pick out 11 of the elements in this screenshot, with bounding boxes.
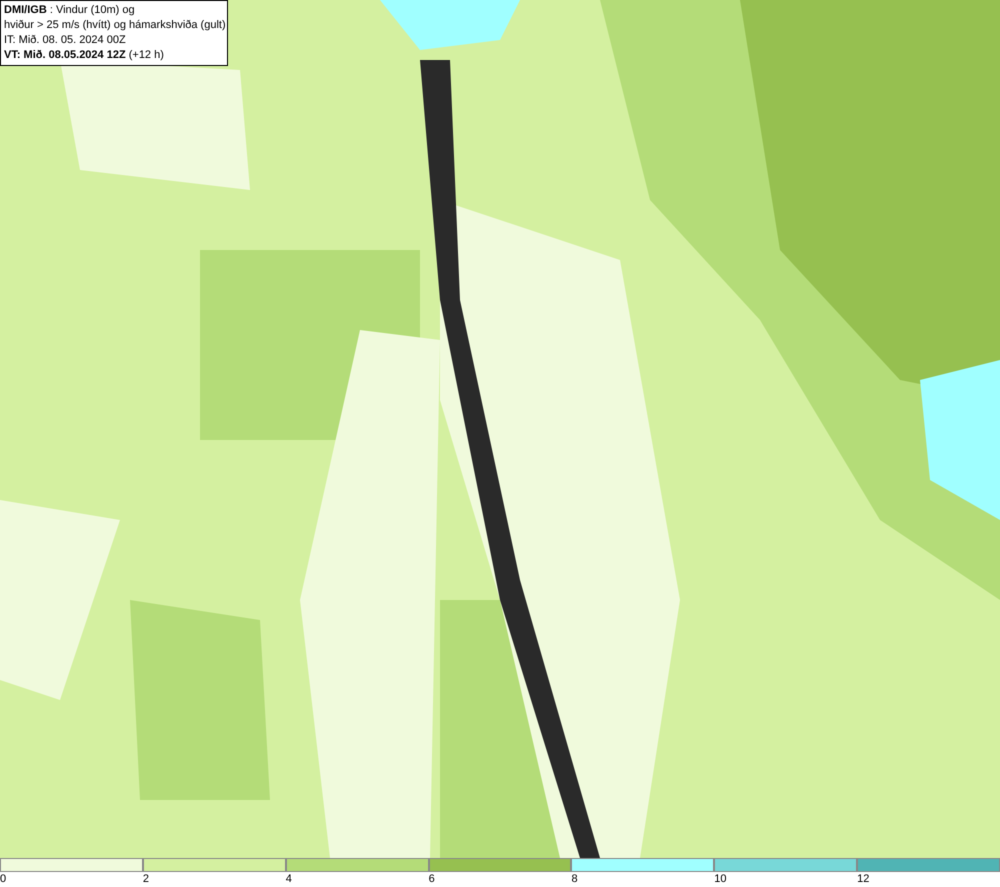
scale-label: 6 bbox=[428, 872, 435, 886]
scale-label: 8 bbox=[571, 872, 578, 886]
scale-label: 12 bbox=[857, 872, 870, 886]
scale-label: 0 bbox=[0, 872, 6, 886]
legend-text: IT: Mið. 08. 05. 2024 00Z bbox=[4, 33, 127, 48]
legend-text: VT: Mið. 08.05.2024 12Z (+12 h) bbox=[4, 48, 165, 63]
scale-label: 10 bbox=[714, 872, 727, 886]
scale-label: 4 bbox=[286, 872, 292, 886]
legend-text: hviður > 25 m/s (hvítt) og hámarkshviða (gult) bbox=[4, 18, 224, 33]
scale-label: 2 bbox=[142, 872, 149, 886]
legend-text: DMI/IGB : Vindur (10m) og bbox=[4, 3, 136, 18]
